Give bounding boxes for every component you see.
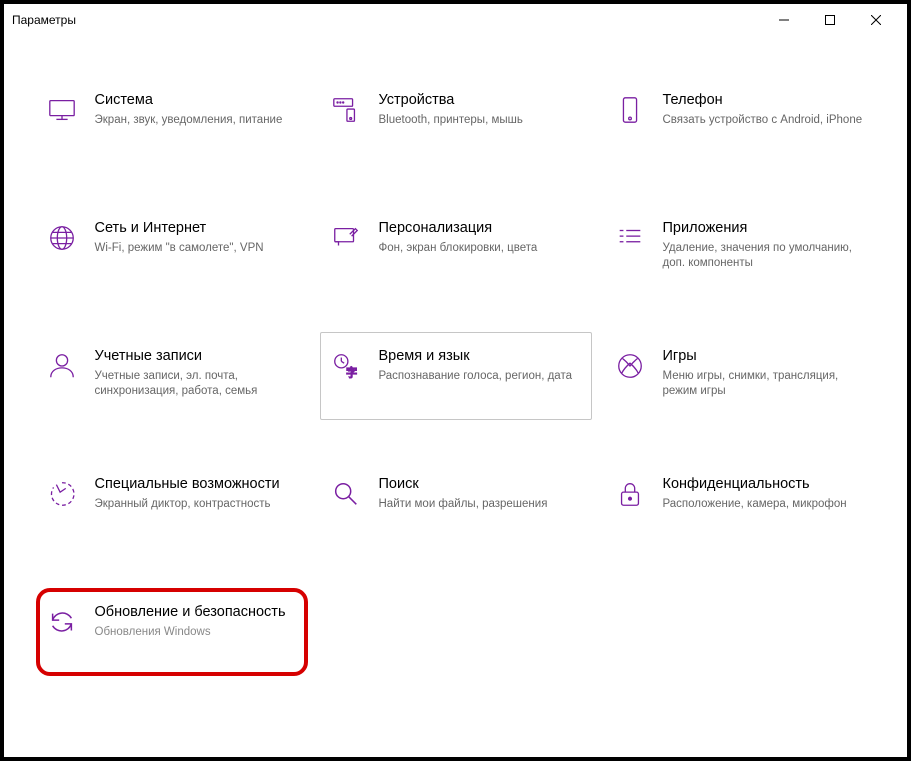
apps-icon bbox=[613, 221, 647, 255]
tile-desc: Обновления Windows bbox=[95, 625, 295, 641]
tile-personalization[interactable]: Персонализация Фон, экран блокировки, цв… bbox=[320, 204, 592, 292]
tile-text: Поиск Найти мои файлы, разрешения bbox=[379, 475, 579, 512]
tile-desc: Найти мои файлы, разрешения bbox=[379, 497, 579, 513]
tile-title: Поиск bbox=[379, 475, 579, 494]
tile-title: Устройства bbox=[379, 91, 579, 110]
tile-title: Конфиденциальность bbox=[663, 475, 863, 494]
sync-icon bbox=[45, 605, 79, 639]
time-language-icon: 字 bbox=[329, 349, 363, 383]
minimize-icon bbox=[779, 15, 789, 25]
tile-text: Специальные возможности Экранный диктор,… bbox=[95, 475, 295, 512]
system-icon bbox=[45, 93, 79, 127]
tile-text: Обновление и безопасность Обновления Win… bbox=[95, 603, 295, 640]
tile-title: Учетные записи bbox=[95, 347, 295, 366]
tile-title: Сеть и Интернет bbox=[95, 219, 295, 238]
tile-text: Персонализация Фон, экран блокировки, цв… bbox=[379, 219, 579, 256]
tile-text: Сеть и Интернет Wi-Fi, режим "в самолете… bbox=[95, 219, 295, 256]
tile-accounts[interactable]: Учетные записи Учетные записи, эл. почта… bbox=[36, 332, 308, 420]
tile-title: Приложения bbox=[663, 219, 863, 238]
tile-title: Телефон bbox=[663, 91, 863, 110]
tile-time-language[interactable]: 字 Время и язык Распознавание голоса, рег… bbox=[320, 332, 592, 420]
close-icon bbox=[871, 15, 881, 25]
window-title: Параметры bbox=[12, 13, 761, 27]
tile-text: Учетные записи Учетные записи, эл. почта… bbox=[95, 347, 295, 400]
search-icon bbox=[329, 477, 363, 511]
tile-text: Время и язык Распознавание голоса, регио… bbox=[379, 347, 579, 384]
tile-text: Приложения Удаление, значения по умолчан… bbox=[663, 219, 863, 272]
tile-desc: Связать устройство с Android, iPhone bbox=[663, 113, 863, 129]
tile-privacy[interactable]: Конфиденциальность Расположение, камера,… bbox=[604, 460, 876, 548]
tile-system[interactable]: Система Экран, звук, уведомления, питани… bbox=[36, 76, 308, 164]
tile-update-security[interactable]: Обновление и безопасность Обновления Win… bbox=[36, 588, 308, 676]
minimize-button[interactable] bbox=[761, 4, 807, 36]
tile-desc: Экранный диктор, контрастность bbox=[95, 497, 295, 513]
window-controls bbox=[761, 4, 899, 36]
tile-text: Устройства Bluetooth, принтеры, мышь bbox=[379, 91, 579, 128]
tile-desc: Распознавание голоса, регион, дата bbox=[379, 369, 579, 385]
devices-icon bbox=[329, 93, 363, 127]
tile-ease-of-access[interactable]: Специальные возможности Экранный диктор,… bbox=[36, 460, 308, 548]
lock-icon bbox=[613, 477, 647, 511]
phone-icon bbox=[613, 93, 647, 127]
tile-desc: Расположение, камера, микрофон bbox=[663, 497, 863, 513]
tile-text: Система Экран, звук, уведомления, питани… bbox=[95, 91, 295, 128]
tile-network[interactable]: Сеть и Интернет Wi-Fi, режим "в самолете… bbox=[36, 204, 308, 292]
maximize-icon bbox=[825, 15, 835, 25]
settings-tiles-grid: Система Экран, звук, уведомления, питани… bbox=[36, 76, 876, 676]
close-button[interactable] bbox=[853, 4, 899, 36]
settings-content: Система Экран, звук, уведомления, питани… bbox=[4, 36, 907, 753]
tile-desc: Bluetooth, принтеры, мышь bbox=[379, 113, 579, 129]
tile-title: Система bbox=[95, 91, 295, 110]
tile-apps[interactable]: Приложения Удаление, значения по умолчан… bbox=[604, 204, 876, 292]
tile-title: Персонализация bbox=[379, 219, 579, 238]
globe-icon bbox=[45, 221, 79, 255]
accessibility-icon bbox=[45, 477, 79, 511]
paintbrush-icon bbox=[329, 221, 363, 255]
svg-text:字: 字 bbox=[346, 365, 357, 379]
tile-phone[interactable]: Телефон Связать устройство с Android, iP… bbox=[604, 76, 876, 164]
tile-desc: Фон, экран блокировки, цвета bbox=[379, 241, 579, 257]
xbox-icon bbox=[613, 349, 647, 383]
tile-desc: Удаление, значения по умолчанию, доп. ко… bbox=[663, 241, 863, 272]
titlebar: Параметры bbox=[4, 4, 907, 36]
tile-text: Игры Меню игры, снимки, трансляция, режи… bbox=[663, 347, 863, 400]
tile-desc: Экран, звук, уведомления, питание bbox=[95, 113, 295, 129]
tile-search[interactable]: Поиск Найти мои файлы, разрешения bbox=[320, 460, 592, 548]
tile-desc: Wi-Fi, режим "в самолете", VPN bbox=[95, 241, 295, 257]
tile-desc: Учетные записи, эл. почта, синхронизация… bbox=[95, 369, 295, 400]
tile-title: Игры bbox=[663, 347, 863, 366]
person-icon bbox=[45, 349, 79, 383]
tile-text: Телефон Связать устройство с Android, iP… bbox=[663, 91, 863, 128]
tile-devices[interactable]: Устройства Bluetooth, принтеры, мышь bbox=[320, 76, 592, 164]
tile-gaming[interactable]: Игры Меню игры, снимки, трансляция, режи… bbox=[604, 332, 876, 420]
maximize-button[interactable] bbox=[807, 4, 853, 36]
tile-title: Обновление и безопасность bbox=[95, 603, 295, 622]
tile-title: Специальные возможности bbox=[95, 475, 295, 494]
tile-text: Конфиденциальность Расположение, камера,… bbox=[663, 475, 863, 512]
tile-desc: Меню игры, снимки, трансляция, режим игр… bbox=[663, 369, 863, 400]
tile-title: Время и язык bbox=[379, 347, 579, 366]
